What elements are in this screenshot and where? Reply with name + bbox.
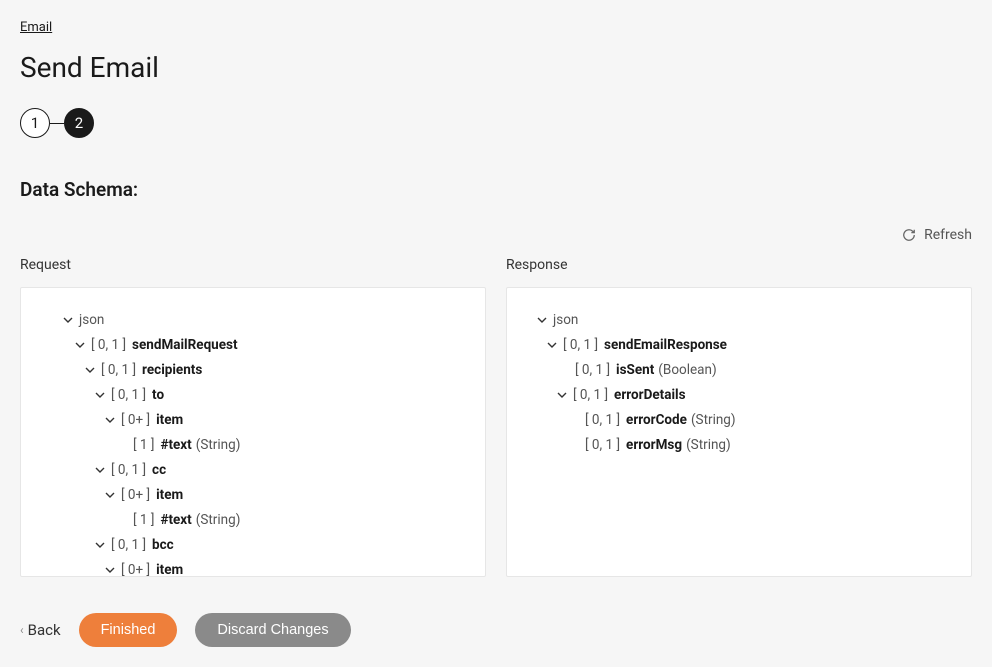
tree-node-name: errorDetails bbox=[614, 383, 685, 408]
tree-node-type: (Boolean) bbox=[658, 358, 716, 383]
cardinality: [ 0, 1 ] bbox=[563, 333, 598, 358]
tree-node-root: json bbox=[553, 308, 578, 333]
tree-node-name: errorCode bbox=[626, 408, 687, 433]
tree-node-name: item bbox=[156, 483, 183, 508]
response-column-label: Response bbox=[506, 257, 972, 273]
chevron-down-icon[interactable] bbox=[73, 340, 87, 350]
refresh-button[interactable]: Refresh bbox=[902, 227, 972, 243]
chevron-down-icon[interactable] bbox=[61, 315, 75, 325]
tree-node-name: to bbox=[152, 383, 164, 408]
stepper: 1 2 bbox=[20, 108, 972, 138]
tree-node-type: (String) bbox=[196, 508, 241, 533]
step-1[interactable]: 1 bbox=[20, 108, 50, 138]
cardinality: [ 0, 1 ] bbox=[573, 383, 608, 408]
chevron-down-icon[interactable] bbox=[93, 540, 107, 550]
tree-node-name: isSent bbox=[616, 358, 654, 383]
tree-node-name: item bbox=[156, 408, 183, 433]
cardinality: [ 0+ ] bbox=[121, 483, 150, 508]
tree-node-name: #text bbox=[160, 508, 191, 533]
cardinality: [ 0, 1 ] bbox=[101, 358, 136, 383]
discard-changes-button[interactable]: Discard Changes bbox=[195, 613, 350, 647]
tree-node-name: sendMailRequest bbox=[132, 333, 238, 358]
refresh-icon bbox=[902, 228, 916, 242]
cardinality: [ 0, 1 ] bbox=[575, 358, 610, 383]
chevron-down-icon[interactable] bbox=[93, 390, 107, 400]
chevron-down-icon[interactable] bbox=[545, 340, 559, 350]
chevron-down-icon[interactable] bbox=[555, 390, 569, 400]
tree-node-name: #text bbox=[160, 433, 191, 458]
request-panel: json [ 0, 1 ] sendMailRequest [ 0, 1 ] r… bbox=[20, 287, 486, 577]
tree-node-name: bcc bbox=[152, 533, 174, 558]
finished-button[interactable]: Finished bbox=[79, 613, 178, 647]
tree-node-name: cc bbox=[152, 458, 166, 483]
section-title-data-schema: Data Schema: bbox=[20, 178, 972, 201]
tree-node-root: json bbox=[79, 308, 104, 333]
tree-node-type: (String) bbox=[196, 433, 241, 458]
chevron-down-icon[interactable] bbox=[535, 315, 549, 325]
chevron-down-icon[interactable] bbox=[93, 465, 107, 475]
cardinality: [ 0+ ] bbox=[121, 408, 150, 433]
cardinality: [ 0, 1 ] bbox=[585, 408, 620, 433]
step-2[interactable]: 2 bbox=[64, 108, 94, 138]
cardinality: [ 0, 1 ] bbox=[111, 458, 146, 483]
breadcrumb-email-link[interactable]: Email bbox=[20, 20, 52, 35]
cardinality: [ 0+ ] bbox=[121, 558, 150, 577]
cardinality: [ 0, 1 ] bbox=[585, 433, 620, 458]
cardinality: [ 0, 1 ] bbox=[111, 383, 146, 408]
cardinality: [ 1 ] bbox=[133, 433, 154, 458]
chevron-down-icon[interactable] bbox=[103, 565, 117, 575]
tree-node-name: sendEmailResponse bbox=[604, 333, 727, 358]
chevron-down-icon[interactable] bbox=[83, 365, 97, 375]
refresh-label: Refresh bbox=[924, 227, 972, 243]
tree-node-name: errorMsg bbox=[626, 433, 682, 458]
step-connector bbox=[50, 123, 64, 124]
cardinality: [ 0, 1 ] bbox=[111, 533, 146, 558]
back-button[interactable]: ‹ Back bbox=[20, 621, 61, 639]
page-title: Send Email bbox=[20, 51, 972, 84]
tree-node-type: (String) bbox=[691, 408, 736, 433]
cardinality: [ 0, 1 ] bbox=[91, 333, 126, 358]
chevron-left-icon: ‹ bbox=[20, 623, 24, 637]
response-panel: json [ 0, 1 ] sendEmailResponse [ 0, 1 ]… bbox=[506, 287, 972, 577]
tree-node-name: recipients bbox=[142, 358, 202, 383]
cardinality: [ 1 ] bbox=[133, 508, 154, 533]
back-label: Back bbox=[28, 621, 61, 639]
tree-node-type: (String) bbox=[686, 433, 731, 458]
chevron-down-icon[interactable] bbox=[103, 415, 117, 425]
tree-node-name: item bbox=[156, 558, 183, 577]
breadcrumb: Email bbox=[20, 20, 972, 35]
chevron-down-icon[interactable] bbox=[103, 490, 117, 500]
request-column-label: Request bbox=[20, 257, 486, 273]
